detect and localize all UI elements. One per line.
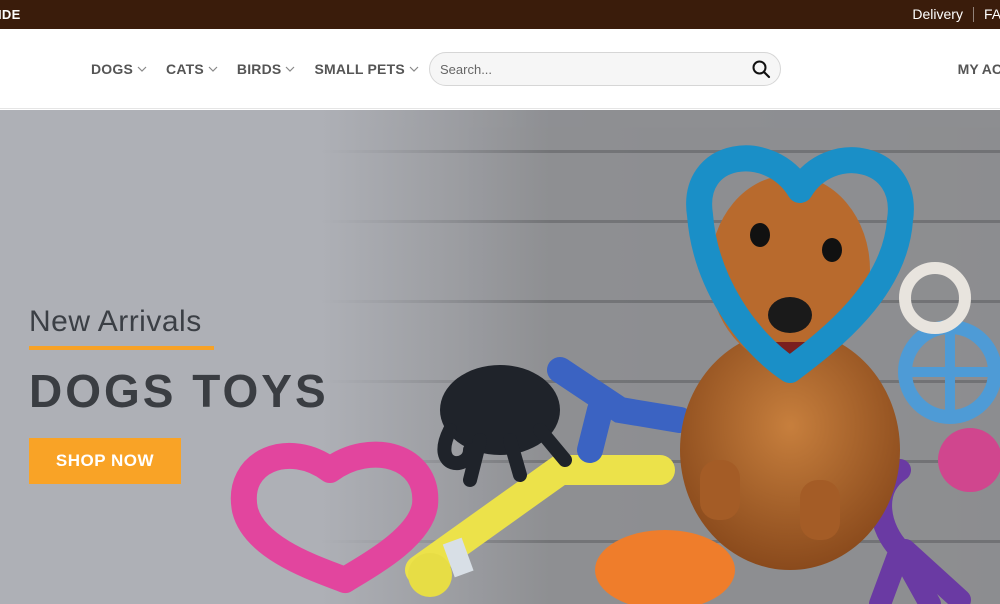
- hero-image: [0, 110, 1000, 604]
- nav-item-birds[interactable]: BIRDS: [237, 61, 297, 77]
- nav-item-dogs[interactable]: DOGS: [91, 61, 148, 77]
- faq-link[interactable]: FAQ: [984, 6, 1000, 22]
- chevron-down-icon: [286, 66, 295, 72]
- chevron-down-icon: [208, 66, 218, 72]
- main-nav: DOGS CATS BIRDS SMALL PETS: [91, 61, 420, 77]
- nav-item-label: DOGS: [91, 61, 134, 77]
- hero-banner: New Arrivals DOGS TOYS SHOP NOW: [0, 110, 1000, 604]
- delivery-link[interactable]: Delivery: [912, 6, 963, 22]
- top-bar-divider: [972, 6, 974, 22]
- hero-subtitle: New Arrivals: [29, 305, 202, 338]
- shop-now-button[interactable]: SHOP NOW: [29, 438, 181, 484]
- top-bar-links: Delivery FAQ: [912, 6, 1000, 22]
- my-account-link[interactable]: MY AC: [958, 61, 1000, 77]
- top-bar: IDE Delivery FAQ: [0, 0, 1000, 29]
- nav-item-label: SMALL PETS: [314, 61, 405, 77]
- nav-item-label: CATS: [166, 61, 204, 77]
- search-input[interactable]: [440, 53, 740, 85]
- nav-item-cats[interactable]: CATS: [166, 61, 219, 77]
- site-header: DOGS CATS BIRDS SMALL PETS MY AC: [0, 29, 1000, 109]
- nav-item-label: BIRDS: [236, 61, 282, 77]
- search-icon[interactable]: [751, 59, 771, 79]
- chevron-down-icon: [409, 66, 419, 72]
- hero-divider: [29, 346, 214, 350]
- search-box: [429, 52, 781, 86]
- nav-item-small-pets[interactable]: SMALL PETS: [314, 61, 419, 77]
- top-bar-left-text: IDE: [0, 7, 21, 22]
- hero-title: DOGS TOYS: [29, 365, 329, 417]
- chevron-down-icon: [137, 66, 147, 72]
